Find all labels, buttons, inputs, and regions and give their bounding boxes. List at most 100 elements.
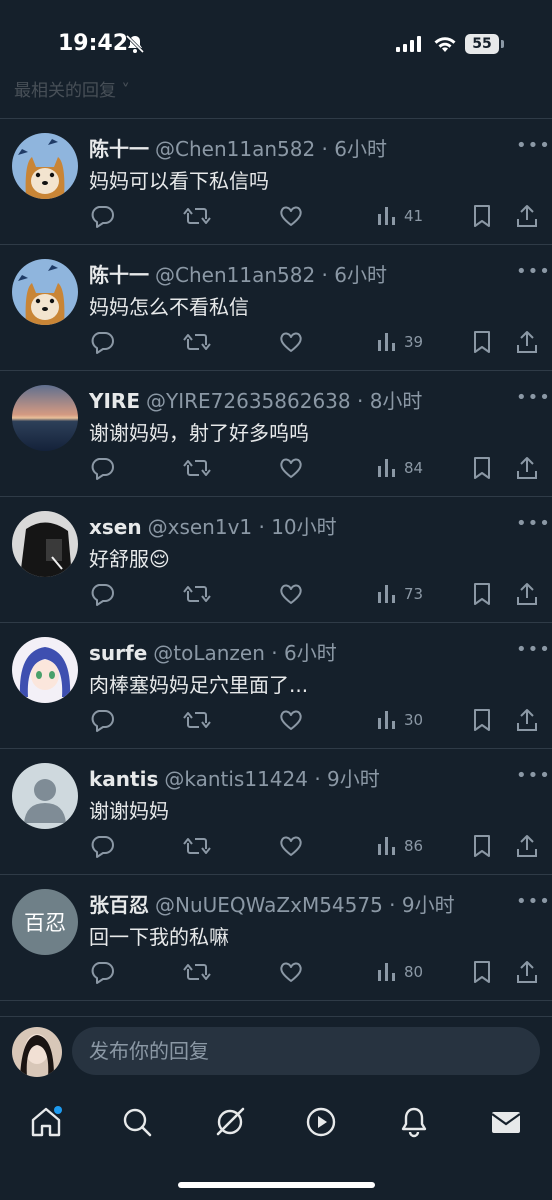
reply-input[interactable]: 发布你的回复 [72, 1027, 540, 1075]
reply-text: 谢谢妈妈 [89, 799, 169, 823]
user-avatar[interactable] [12, 259, 78, 325]
reply-text: 妈妈可以看下私信吗 [89, 169, 269, 193]
retweet-icon[interactable] [183, 455, 211, 481]
like-icon[interactable] [278, 581, 304, 607]
views-count: 73 [404, 585, 424, 603]
like-icon[interactable] [278, 707, 304, 733]
reply-header: 陈十一 @Chen11an582 · 6小时 [89, 133, 387, 162]
handle-time[interactable]: @Chen11an582 · 6小时 [155, 263, 387, 287]
bookmark-icon[interactable] [471, 203, 493, 229]
display-name[interactable]: surfe [89, 641, 147, 665]
like-icon[interactable] [278, 833, 304, 859]
display-name[interactable]: 陈十一 [89, 137, 149, 161]
user-avatar[interactable] [12, 763, 78, 829]
retweet-icon[interactable] [183, 707, 211, 733]
display-name[interactable]: YIRE [89, 389, 140, 413]
views-button[interactable]: 84 [376, 455, 423, 481]
battery-indicator: 55 [465, 34, 499, 54]
more-options-icon[interactable]: ••• [516, 261, 551, 282]
views-button[interactable]: 41 [376, 203, 423, 229]
user-avatar[interactable] [12, 385, 78, 451]
views-count: 84 [404, 459, 424, 477]
my-avatar[interactable] [12, 1027, 62, 1077]
retweet-icon[interactable] [183, 833, 211, 859]
handle-time[interactable]: @YIRE72635862638 · 8小时 [146, 389, 422, 413]
share-icon[interactable] [515, 203, 539, 229]
retweet-icon[interactable] [183, 329, 211, 355]
more-options-icon[interactable]: ••• [516, 891, 551, 912]
reply-item[interactable]: xsen @xsen1v1 · 10小时 ••• 好舒服😌 73 [0, 497, 552, 623]
comment-icon[interactable] [89, 581, 115, 607]
reply-item[interactable]: 陈十一 @Chen11an582 · 6小时 ••• 妈妈怎么不看私信 39 [0, 245, 552, 371]
notifications-icon[interactable] [396, 1104, 432, 1140]
display-name[interactable]: 张百忍 [89, 893, 149, 917]
reply-item[interactable]: 百忍 张百忍 @NuUEQWaZxM54575 · 9小时 ••• 回一下我的私嘛 80 [0, 875, 552, 1001]
user-avatar[interactable] [12, 133, 78, 199]
reply-actions: 84 [0, 455, 552, 485]
handle-time[interactable]: @Chen11an582 · 6小时 [155, 137, 387, 161]
handle-time[interactable]: @xsen1v1 · 10小时 [148, 515, 337, 539]
home-icon[interactable] [28, 1104, 64, 1140]
views-button[interactable]: 39 [376, 329, 423, 355]
bookmark-icon[interactable] [471, 581, 493, 607]
messages-icon[interactable] [488, 1104, 524, 1140]
comment-icon[interactable] [89, 203, 115, 229]
comment-icon[interactable] [89, 833, 115, 859]
reply-item[interactable]: YIRE @YIRE72635862638 · 8小时 ••• 谢谢妈妈，射了好多呜呜… [0, 371, 552, 497]
reply-actions: 86 [0, 833, 552, 863]
user-avatar[interactable] [12, 637, 78, 703]
comment-icon[interactable] [89, 455, 115, 481]
video-icon[interactable] [303, 1104, 339, 1140]
share-icon[interactable] [515, 455, 539, 481]
like-icon[interactable] [278, 959, 304, 985]
handle-time[interactable]: @kantis11424 · 9小时 [164, 767, 379, 791]
bookmark-icon[interactable] [471, 959, 493, 985]
user-avatar[interactable] [12, 511, 78, 577]
display-name[interactable]: xsen [89, 515, 142, 539]
like-icon[interactable] [278, 203, 304, 229]
sort-dropdown[interactable]: 最相关的回复 ˅ [14, 76, 130, 101]
more-options-icon[interactable]: ••• [516, 387, 551, 408]
handle-time[interactable]: @NuUEQWaZxM54575 · 9小时 [155, 893, 455, 917]
reply-item[interactable]: surfe @toLanzen · 6小时 ••• 肉棒塞妈妈足穴里面了... 30 [0, 623, 552, 749]
handle-time[interactable]: @toLanzen · 6小时 [153, 641, 336, 665]
views-icon [376, 331, 398, 353]
reply-header: 张百忍 @NuUEQWaZxM54575 · 9小时 [89, 889, 455, 918]
retweet-icon[interactable] [183, 959, 211, 985]
reply-actions: 73 [0, 581, 552, 611]
views-button[interactable]: 30 [376, 707, 423, 733]
views-button[interactable]: 73 [376, 581, 423, 607]
bookmark-icon[interactable] [471, 707, 493, 733]
display-name[interactable]: 陈十一 [89, 263, 149, 287]
search-icon[interactable] [119, 1104, 155, 1140]
retweet-icon[interactable] [183, 581, 211, 607]
grok-icon[interactable] [212, 1104, 248, 1140]
share-icon[interactable] [515, 581, 539, 607]
bookmark-icon[interactable] [471, 455, 493, 481]
user-avatar[interactable]: 百忍 [12, 889, 78, 955]
share-icon[interactable] [515, 959, 539, 985]
reply-item[interactable]: 陈十一 @Chen11an582 · 6小时 ••• 妈妈可以看下私信吗 41 [0, 119, 552, 245]
bookmark-icon[interactable] [471, 833, 493, 859]
like-icon[interactable] [278, 455, 304, 481]
views-button[interactable]: 80 [376, 959, 423, 985]
more-options-icon[interactable]: ••• [516, 765, 551, 786]
comment-icon[interactable] [89, 329, 115, 355]
views-count: 86 [404, 837, 424, 855]
bookmark-icon[interactable] [471, 329, 493, 355]
views-button[interactable]: 86 [376, 833, 423, 859]
share-icon[interactable] [515, 833, 539, 859]
more-options-icon[interactable]: ••• [516, 639, 551, 660]
more-options-icon[interactable]: ••• [516, 135, 551, 156]
comment-icon[interactable] [89, 959, 115, 985]
comment-icon[interactable] [89, 707, 115, 733]
reply-actions: 30 [0, 707, 552, 737]
more-options-icon[interactable]: ••• [516, 513, 551, 534]
retweet-icon[interactable] [183, 203, 211, 229]
battery-tip [501, 40, 504, 48]
share-icon[interactable] [515, 329, 539, 355]
display-name[interactable]: kantis [89, 767, 158, 791]
reply-item[interactable]: kantis @kantis11424 · 9小时 ••• 谢谢妈妈 86 [0, 749, 552, 875]
like-icon[interactable] [278, 329, 304, 355]
share-icon[interactable] [515, 707, 539, 733]
